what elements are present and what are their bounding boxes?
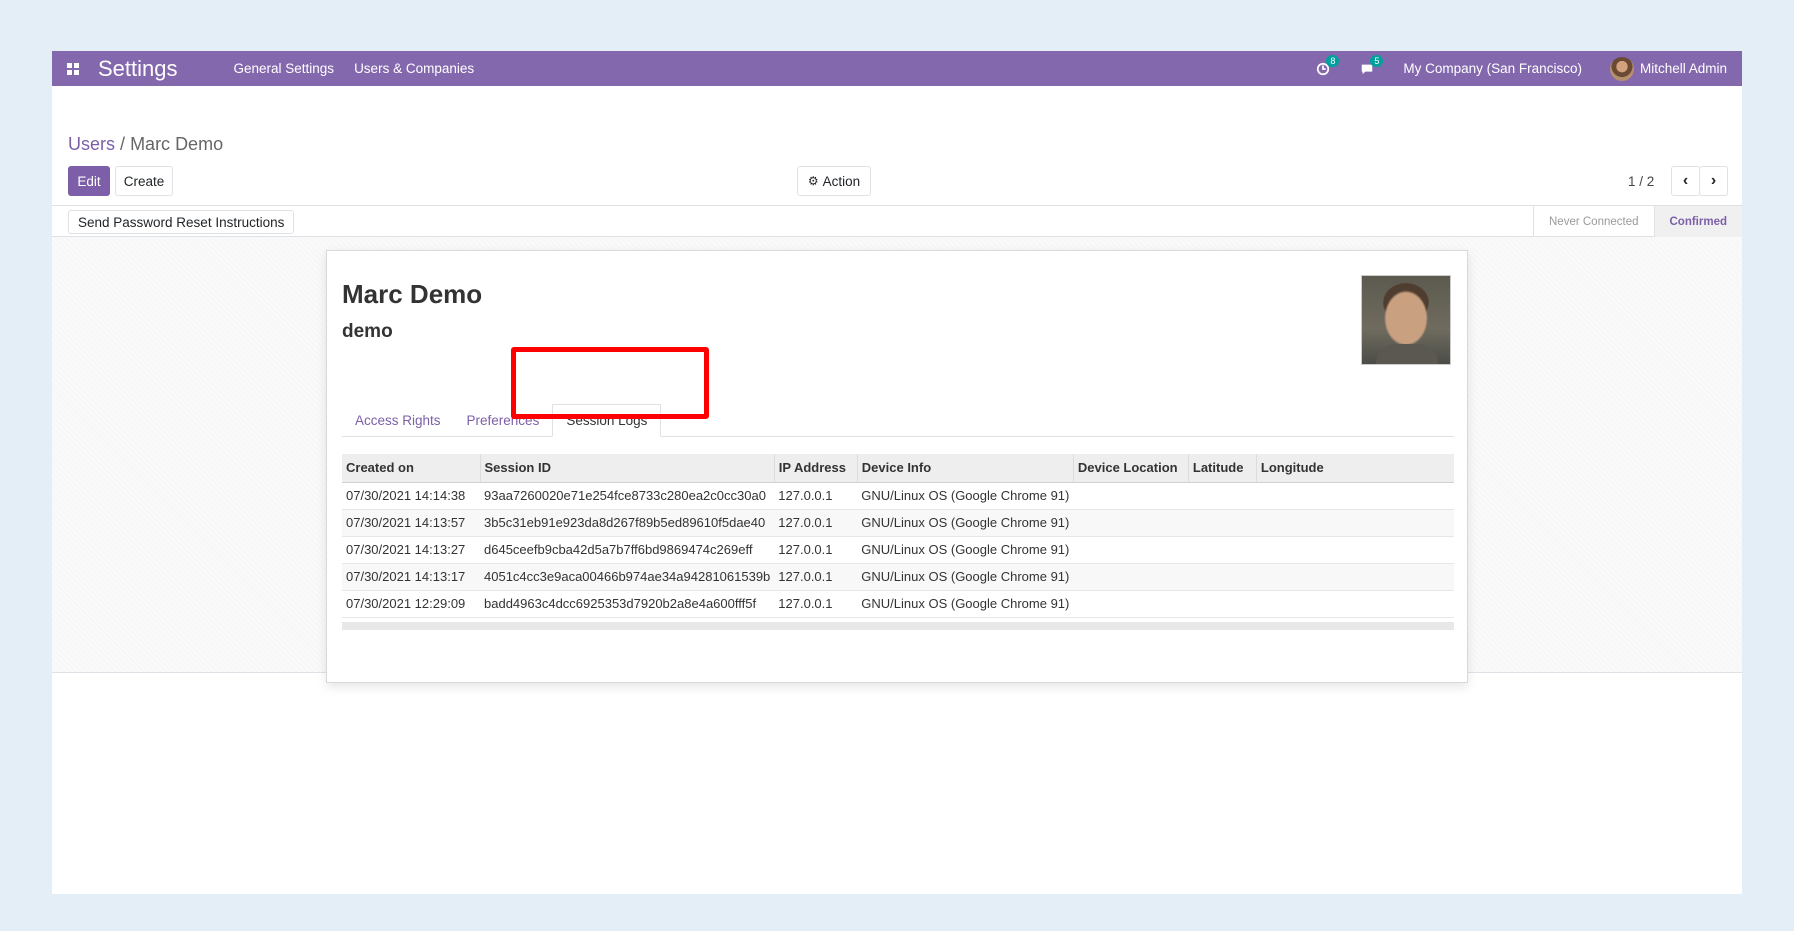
user-photo[interactable]	[1361, 275, 1451, 365]
cell-latitude	[1188, 590, 1257, 618]
cell-device-location	[1073, 482, 1189, 510]
cell-ip-address: 127.0.0.1	[774, 509, 858, 537]
stage-confirmed: Confirmed	[1653, 206, 1742, 237]
cell-device-location	[1073, 563, 1189, 591]
breadcrumb-users-link[interactable]: Users	[68, 134, 115, 154]
cell-created-on: 07/30/2021 14:13:27	[342, 536, 480, 564]
navbar-systray: 8 5 My Company (San Francisco) Mitchell …	[1315, 51, 1742, 86]
send-password-reset-button[interactable]: Send Password Reset Instructions	[68, 210, 295, 234]
breadcrumb-current: Marc Demo	[130, 134, 224, 154]
create-button[interactable]: Create	[115, 166, 173, 196]
top-navbar: Settings General Settings Users & Compan…	[52, 51, 1742, 86]
table-row[interactable]: 07/30/2021 14:13:27 d645ceefb9cba42d5a7b…	[342, 536, 1454, 564]
action-button[interactable]: ⚙ Action	[797, 166, 871, 196]
user-login: demo	[342, 321, 393, 342]
menu-users-companies[interactable]: Users & Companies	[354, 61, 474, 76]
messaging-icon[interactable]: 5	[1359, 54, 1384, 77]
tab-access-rights[interactable]: Access Rights	[342, 404, 454, 437]
cell-created-on: 07/30/2021 14:14:38	[342, 482, 480, 510]
column-header[interactable]: IP Address	[774, 454, 858, 483]
apps-menu-icon[interactable]	[52, 51, 94, 86]
activity-icon[interactable]: 8	[1315, 54, 1340, 77]
activity-count-badge: 8	[1326, 54, 1340, 67]
cell-device-location	[1073, 509, 1189, 537]
column-header[interactable]: Longitude	[1256, 454, 1454, 483]
message-count-badge: 5	[1370, 54, 1384, 67]
form-statusbar: Send Password Reset Instructions Never C…	[52, 206, 1742, 237]
chevron-right-icon: ›	[1710, 172, 1717, 189]
cell-device-info: GNU/Linux OS (Google Chrome 91)	[857, 563, 1074, 591]
user-name: Mitchell Admin	[1639, 61, 1727, 76]
gear-icon: ⚙	[807, 174, 819, 188]
column-header[interactable]: Device Location	[1073, 454, 1189, 483]
cell-latitude	[1188, 536, 1257, 564]
form-sheet: Marc Demo demo Access Rights Preferences…	[326, 250, 1468, 683]
cell-device-info: GNU/Linux OS (Google Chrome 91)	[857, 482, 1074, 510]
session-logs-table: Created on Session ID IP Address Device …	[342, 454, 1454, 618]
table-row[interactable]: 07/30/2021 14:14:38 93aa7260020e71e254fc…	[342, 482, 1454, 510]
nav-menu: General Settings Users & Companies	[234, 61, 475, 76]
control-panel: Users / Marc Demo Edit Create ⚙ Action 1…	[52, 86, 1742, 206]
app-title[interactable]: Settings	[98, 56, 178, 82]
cell-longitude	[1256, 563, 1454, 591]
breadcrumb-separator: /	[120, 134, 126, 154]
avatar	[1609, 56, 1634, 81]
cell-ip-address: 127.0.0.1	[774, 563, 858, 591]
pager-previous-button[interactable]: ‹	[1671, 166, 1700, 196]
menu-general-settings[interactable]: General Settings	[234, 61, 335, 76]
odoo-app: Settings General Settings Users & Compan…	[52, 51, 1742, 894]
cell-device-info: GNU/Linux OS (Google Chrome 91)	[857, 590, 1074, 618]
column-header[interactable]: Device Info	[857, 454, 1074, 483]
notebook-tabs: Access Rights Preferences Session Logs	[342, 404, 1454, 437]
table-row[interactable]: 07/30/2021 14:13:17 4051c4cc3e9aca00466b…	[342, 563, 1454, 591]
cell-device-location	[1073, 590, 1189, 618]
status-stages: Never Connected Confirmed	[1533, 206, 1742, 237]
cell-session-id: d645ceefb9cba42d5a7b7ff6bd9869474c269eff	[480, 536, 775, 564]
cell-latitude	[1188, 482, 1257, 510]
cell-latitude	[1188, 563, 1257, 591]
pager-value[interactable]: 1 / 2	[1628, 174, 1654, 189]
tab-preferences[interactable]: Preferences	[454, 404, 553, 437]
form-view: Marc Demo demo Access Rights Preferences…	[52, 237, 1742, 683]
user-menu[interactable]: Mitchell Admin	[1609, 56, 1727, 81]
pager-next-button[interactable]: ›	[1699, 166, 1728, 196]
cell-longitude	[1256, 590, 1454, 618]
user-name-title: Marc Demo	[342, 279, 483, 309]
cell-ip-address: 127.0.0.1	[774, 536, 858, 564]
column-header[interactable]: Latitude	[1188, 454, 1257, 483]
cell-session-id: 3b5c31eb91e923da8d267f89b5ed89610f5dae40	[480, 509, 775, 537]
tab-session-logs[interactable]: Session Logs	[552, 404, 662, 437]
cell-device-location	[1073, 536, 1189, 564]
edit-button[interactable]: Edit	[68, 166, 110, 196]
company-switcher[interactable]: My Company (San Francisco)	[1403, 61, 1582, 76]
table-header-row: Created on Session ID IP Address Device …	[342, 454, 1454, 483]
table-footer	[342, 622, 1454, 630]
cell-session-id: badd4963c4dcc6925353d7920b2a8e4a600fff5f	[480, 590, 775, 618]
cell-created-on: 07/30/2021 12:29:09	[342, 590, 480, 618]
cell-session-id: 93aa7260020e71e254fce8733c280ea2c0cc30a0	[480, 482, 775, 510]
stage-never-connected: Never Connected	[1533, 206, 1654, 237]
cell-device-info: GNU/Linux OS (Google Chrome 91)	[857, 509, 1074, 537]
column-header[interactable]: Created on	[342, 454, 481, 483]
cell-latitude	[1188, 509, 1257, 537]
cell-created-on: 07/30/2021 14:13:17	[342, 563, 480, 591]
cell-device-info: GNU/Linux OS (Google Chrome 91)	[857, 536, 1074, 564]
cell-ip-address: 127.0.0.1	[774, 590, 858, 618]
cell-session-id: 4051c4cc3e9aca00466b974ae34a94281061539b	[480, 563, 775, 591]
column-header[interactable]: Session ID	[480, 454, 775, 483]
action-button-label: Action	[822, 173, 861, 189]
chevron-left-icon: ‹	[1682, 172, 1689, 189]
cell-longitude	[1256, 509, 1454, 537]
cell-ip-address: 127.0.0.1	[774, 482, 858, 510]
table-row[interactable]: 07/30/2021 12:29:09 badd4963c4dcc6925353…	[342, 590, 1454, 618]
cell-created-on: 07/30/2021 14:13:57	[342, 509, 480, 537]
cell-longitude	[1256, 482, 1454, 510]
table-row[interactable]: 07/30/2021 14:13:57 3b5c31eb91e923da8d26…	[342, 509, 1454, 537]
cell-longitude	[1256, 536, 1454, 564]
breadcrumb: Users / Marc Demo	[68, 134, 223, 155]
